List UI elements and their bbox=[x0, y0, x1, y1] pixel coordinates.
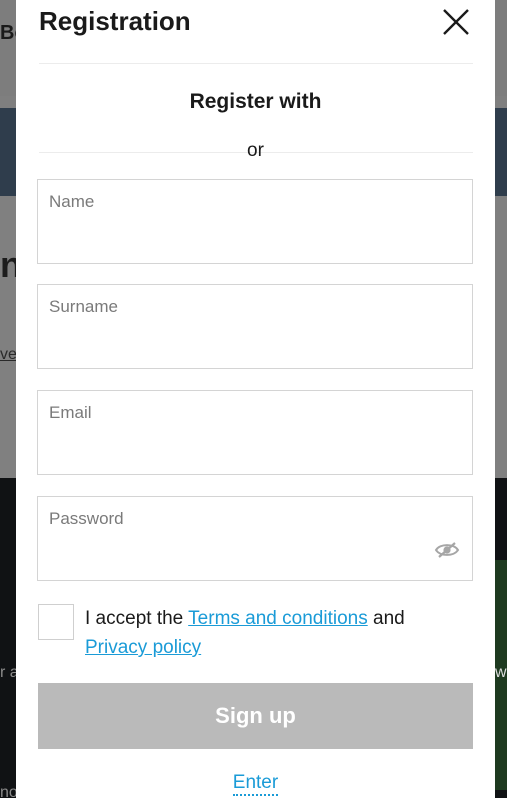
background-text-fragment: w bbox=[495, 664, 507, 681]
enter-link[interactable]: Enter bbox=[232, 772, 279, 796]
name-field[interactable]: Name bbox=[37, 179, 473, 264]
privacy-policy-link[interactable]: Privacy policy bbox=[85, 637, 201, 658]
email-field[interactable]: Email bbox=[37, 390, 473, 475]
consent-middle: and bbox=[367, 608, 405, 629]
register-with-heading: Register with bbox=[189, 90, 322, 113]
sign-up-button[interactable]: Sign up bbox=[38, 683, 473, 749]
password-input[interactable] bbox=[38, 497, 472, 580]
registration-modal: Registration Register with or Name Surna… bbox=[16, 0, 495, 798]
close-button[interactable] bbox=[440, 6, 472, 38]
name-input[interactable] bbox=[38, 180, 472, 263]
modal-title: Registration bbox=[39, 6, 191, 36]
consent-prefix: I accept the bbox=[85, 608, 189, 629]
header-divider bbox=[39, 63, 473, 64]
password-field[interactable]: Password bbox=[37, 496, 473, 581]
terms-link[interactable]: Terms and conditions bbox=[188, 608, 368, 629]
or-separator: or bbox=[247, 140, 264, 161]
email-input[interactable] bbox=[38, 391, 472, 474]
consent-text: I accept the Terms and conditions and Pr… bbox=[85, 604, 475, 662]
accept-terms-checkbox[interactable] bbox=[38, 604, 74, 640]
surname-field[interactable]: Surname bbox=[37, 284, 473, 369]
surname-input[interactable] bbox=[38, 285, 472, 368]
eye-slash-icon[interactable] bbox=[434, 540, 460, 560]
enter-link-wrapper: Enter bbox=[16, 772, 495, 796]
close-icon bbox=[443, 9, 469, 35]
